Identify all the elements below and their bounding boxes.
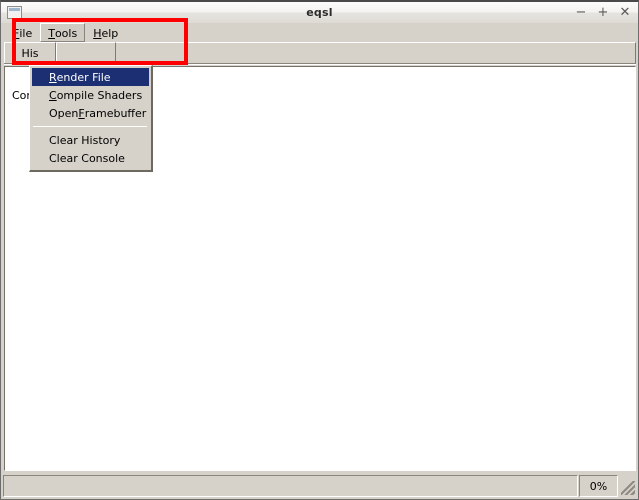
tab-strip: His xyxy=(4,42,636,65)
menubar-item-help-mnemonic: H xyxy=(93,26,102,40)
menu-item-open-framebuffer[interactable]: Open Framebuffer xyxy=(30,104,151,122)
window-body: File Tools Help His Com 0% R ender File … xyxy=(0,23,639,500)
status-message xyxy=(3,475,578,497)
menubar-item-help-label: elp xyxy=(101,26,119,40)
tab-secondary[interactable] xyxy=(56,42,116,63)
menu-item-open-framebuffer-prefix: Open xyxy=(49,106,79,120)
minimize-button[interactable]: − xyxy=(575,6,587,19)
application-window: eqsl − + ✕ File Tools Help His Com 0% R … xyxy=(0,0,639,500)
menubar-item-tools[interactable]: Tools xyxy=(40,23,86,42)
tab-strip-filler xyxy=(116,42,636,63)
menu-item-compile-shaders[interactable]: Compile Shaders xyxy=(30,86,151,104)
menu-item-compile-shaders-mnemonic: C xyxy=(49,88,57,102)
window-title: eqsl xyxy=(306,6,333,19)
tab-history-label: His xyxy=(21,46,39,60)
tools-dropdown-menu: Render File Compile Shaders Open Framebu… xyxy=(29,65,153,172)
window-controls: − + ✕ xyxy=(575,6,631,19)
menu-item-render-file-label: ender File xyxy=(56,70,111,84)
menu-item-compile-shaders-label: ompile Shaders xyxy=(56,88,143,102)
close-button[interactable]: ✕ xyxy=(619,6,631,19)
tab-history[interactable]: His xyxy=(4,42,56,63)
menu-item-render-file[interactable]: Render File xyxy=(32,68,149,86)
maximize-button[interactable]: + xyxy=(597,6,609,19)
menu-separator xyxy=(33,126,147,127)
resize-grip-icon[interactable] xyxy=(619,475,637,497)
status-bar: 0% xyxy=(3,475,637,497)
menubar-item-file[interactable]: File xyxy=(5,23,40,42)
menubar-item-tools-label: ools xyxy=(54,26,78,40)
menu-item-clear-history[interactable]: Clear History xyxy=(30,131,151,149)
menu-item-open-framebuffer-label: ramebuffer xyxy=(84,106,147,120)
menu-item-clear-console[interactable]: Clear Console xyxy=(30,149,151,167)
menubar-item-file-label: ile xyxy=(19,26,33,40)
menu-item-clear-console-label: Clear Console xyxy=(49,151,125,165)
menubar-item-tools-mnemonic: T xyxy=(48,26,55,40)
title-bar[interactable]: eqsl − + ✕ xyxy=(0,0,639,23)
menu-item-clear-history-label: Clear History xyxy=(49,133,121,147)
menu-item-render-file-mnemonic: R xyxy=(49,70,57,84)
menubar-item-help[interactable]: Help xyxy=(85,23,126,42)
status-percent: 0% xyxy=(579,475,618,497)
menu-bar: File Tools Help xyxy=(1,23,638,42)
